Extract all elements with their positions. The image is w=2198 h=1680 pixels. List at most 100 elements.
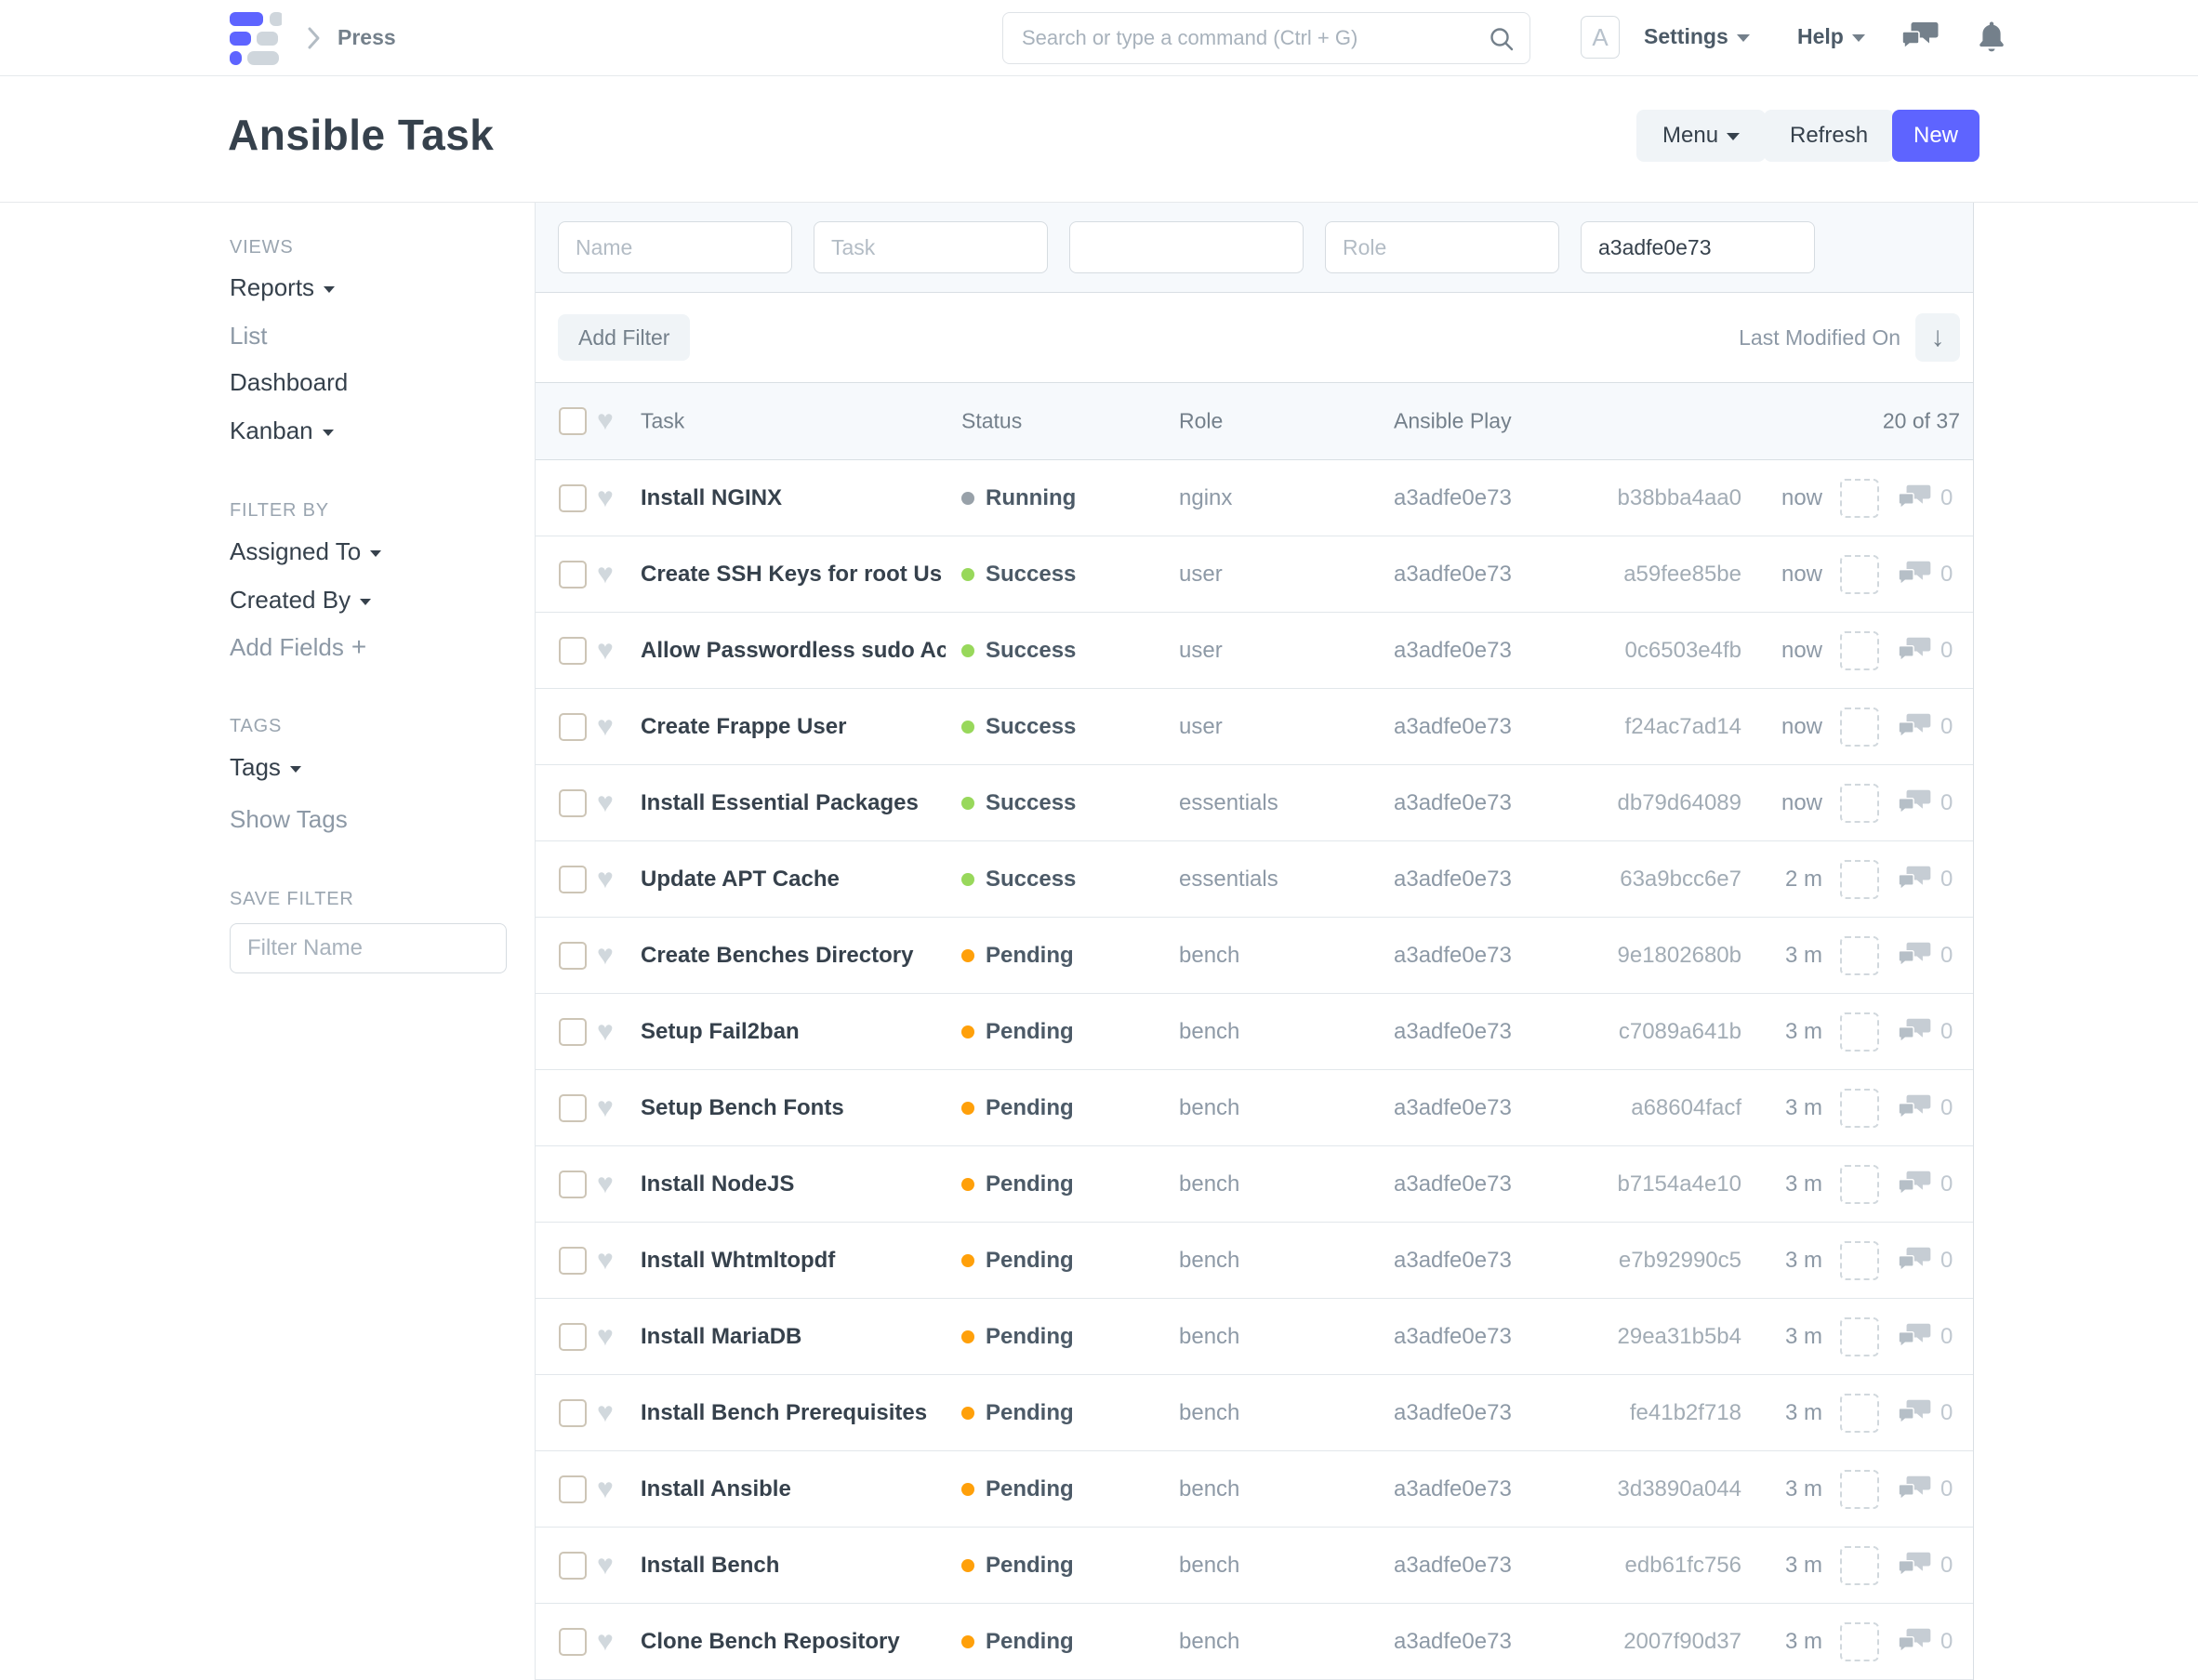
assign-placeholder[interactable] xyxy=(1840,1089,1879,1128)
task-name-link[interactable]: Setup Bench Fonts xyxy=(641,1095,946,1121)
task-name-link[interactable]: Allow Passwordless sudo Ac xyxy=(641,638,946,664)
table-row[interactable]: ♥ Create Frappe User Success user a3adfe… xyxy=(536,689,1973,765)
filter-role-field[interactable] xyxy=(1325,221,1559,273)
sort-by-label[interactable]: Last Modified On xyxy=(1739,325,1900,351)
heart-icon[interactable]: ♥ xyxy=(597,1399,614,1427)
table-row[interactable]: ♥ Install NGINX Running nginx a3adfe0e73… xyxy=(536,460,1973,536)
assign-placeholder[interactable] xyxy=(1840,1546,1879,1585)
table-row[interactable]: ♥ Update APT Cache Success essentials a3… xyxy=(536,841,1973,918)
assign-placeholder[interactable] xyxy=(1840,860,1879,899)
heart-icon[interactable]: ♥ xyxy=(597,561,614,589)
task-name-link[interactable]: Create Benches Directory xyxy=(641,943,946,969)
row-checkbox[interactable] xyxy=(559,1552,587,1580)
task-name-link[interactable]: Install MariaDB xyxy=(641,1324,946,1350)
sidebar-item-add-fields[interactable]: Add Fields+ xyxy=(230,632,366,662)
row-checkbox[interactable] xyxy=(559,866,587,893)
row-checkbox[interactable] xyxy=(559,561,587,589)
filter-name-field[interactable] xyxy=(558,221,792,273)
app-logo-icon[interactable] xyxy=(230,12,282,65)
task-name-link[interactable]: Install Essential Packages xyxy=(641,790,946,816)
assign-placeholder[interactable] xyxy=(1840,1622,1879,1661)
heart-icon[interactable]: ♥ xyxy=(597,1475,614,1503)
filter-play-field[interactable] xyxy=(1581,221,1815,273)
search-icon[interactable] xyxy=(1489,26,1515,52)
assign-placeholder[interactable] xyxy=(1840,1317,1879,1356)
table-row[interactable]: ♥ Install NodeJS Pending bench a3adfe0e7… xyxy=(536,1146,1973,1223)
table-row[interactable]: ♥ Install Bench Prerequisites Pending be… xyxy=(536,1375,1973,1451)
assign-placeholder[interactable] xyxy=(1840,1012,1879,1052)
heart-icon[interactable]: ♥ xyxy=(597,1323,614,1351)
assign-placeholder[interactable] xyxy=(1840,1165,1879,1204)
assign-placeholder[interactable] xyxy=(1840,479,1879,518)
avatar[interactable]: A xyxy=(1581,16,1620,59)
table-row[interactable]: ♥ Install MariaDB Pending bench a3adfe0e… xyxy=(536,1299,1973,1375)
filter-task-field[interactable] xyxy=(814,221,1048,273)
sort-direction-button[interactable]: ↓ xyxy=(1915,313,1960,362)
task-name-link[interactable]: Create Frappe User xyxy=(641,714,946,740)
heart-icon[interactable]: ♥ xyxy=(597,789,614,817)
task-name-link[interactable]: Install Whtmltopdf xyxy=(641,1248,946,1274)
row-checkbox[interactable] xyxy=(559,1171,587,1198)
heart-icon[interactable]: ♥ xyxy=(597,713,614,741)
assign-placeholder[interactable] xyxy=(1840,1394,1879,1433)
task-name-link[interactable]: Install Ansible xyxy=(641,1476,946,1502)
task-name-link[interactable]: Create SSH Keys for root Us xyxy=(641,562,946,588)
row-checkbox[interactable] xyxy=(559,484,587,512)
search-input[interactable] xyxy=(1022,13,1477,63)
heart-icon[interactable]: ♥ xyxy=(597,1247,614,1275)
assign-placeholder[interactable] xyxy=(1840,1470,1879,1509)
assign-placeholder[interactable] xyxy=(1840,784,1879,823)
row-checkbox[interactable] xyxy=(559,789,587,817)
row-checkbox[interactable] xyxy=(559,1399,587,1427)
sidebar-item-show-tags[interactable]: Show Tags xyxy=(230,805,348,834)
table-row[interactable]: ♥ Install Ansible Pending bench a3adfe0e… xyxy=(536,1451,1973,1528)
row-checkbox[interactable] xyxy=(559,1323,587,1351)
row-checkbox[interactable] xyxy=(559,1247,587,1275)
heart-icon[interactable]: ♥ xyxy=(597,407,614,435)
sidebar-item-assigned-to[interactable]: Assigned To xyxy=(230,537,381,566)
filter-name-input[interactable] xyxy=(230,923,507,973)
heart-icon[interactable]: ♥ xyxy=(597,1018,614,1046)
refresh-button[interactable]: Refresh xyxy=(1764,110,1894,162)
task-name-link[interactable]: Update APT Cache xyxy=(641,866,946,893)
table-row[interactable]: ♥ Create SSH Keys for root Us Success us… xyxy=(536,536,1973,613)
heart-icon[interactable]: ♥ xyxy=(597,637,614,665)
row-checkbox[interactable] xyxy=(559,1475,587,1503)
global-search[interactable] xyxy=(1002,12,1530,64)
sidebar-item-tags[interactable]: Tags xyxy=(230,753,301,782)
sidebar-item-list[interactable]: List xyxy=(230,322,267,351)
table-row[interactable]: ♥ Clone Bench Repository Pending bench a… xyxy=(536,1604,1973,1680)
filter-status-field[interactable] xyxy=(1069,221,1304,273)
new-button[interactable]: New xyxy=(1892,110,1980,162)
heart-icon[interactable]: ♥ xyxy=(597,942,614,970)
sidebar-item-created-by[interactable]: Created By xyxy=(230,586,371,615)
task-name-link[interactable]: Install NodeJS xyxy=(641,1171,946,1197)
heart-icon[interactable]: ♥ xyxy=(597,866,614,893)
assign-placeholder[interactable] xyxy=(1840,631,1879,670)
task-name-link[interactable]: Setup Fail2ban xyxy=(641,1019,946,1045)
assign-placeholder[interactable] xyxy=(1840,708,1879,747)
table-row[interactable]: ♥ Setup Bench Fonts Pending bench a3adfe… xyxy=(536,1070,1973,1146)
assign-placeholder[interactable] xyxy=(1840,1241,1879,1280)
row-checkbox[interactable] xyxy=(559,1628,587,1656)
table-row[interactable]: ♥ Install Whtmltopdf Pending bench a3adf… xyxy=(536,1223,1973,1299)
heart-icon[interactable]: ♥ xyxy=(597,1171,614,1198)
heart-icon[interactable]: ♥ xyxy=(597,484,614,512)
heart-icon[interactable]: ♥ xyxy=(597,1094,614,1122)
table-row[interactable]: ♥ Install Essential Packages Success ess… xyxy=(536,765,1973,841)
heart-icon[interactable]: ♥ xyxy=(597,1552,614,1580)
breadcrumb[interactable]: Press xyxy=(338,25,396,50)
row-checkbox[interactable] xyxy=(559,1018,587,1046)
sidebar-item-kanban[interactable]: Kanban xyxy=(230,417,334,445)
row-checkbox[interactable] xyxy=(559,1094,587,1122)
row-checkbox[interactable] xyxy=(559,713,587,741)
task-name-link[interactable]: Install Bench Prerequisites xyxy=(641,1400,946,1426)
table-row[interactable]: ♥ Install Bench Pending bench a3adfe0e73… xyxy=(536,1528,1973,1604)
task-name-link[interactable]: Install NGINX xyxy=(641,485,946,511)
add-filter-button[interactable]: Add Filter xyxy=(558,314,690,361)
sidebar-item-dashboard[interactable]: Dashboard xyxy=(230,368,348,397)
row-checkbox[interactable] xyxy=(559,637,587,665)
task-name-link[interactable]: Clone Bench Repository xyxy=(641,1629,946,1655)
sidebar-item-reports[interactable]: Reports xyxy=(230,273,335,302)
table-row[interactable]: ♥ Setup Fail2ban Pending bench a3adfe0e7… xyxy=(536,994,1973,1070)
